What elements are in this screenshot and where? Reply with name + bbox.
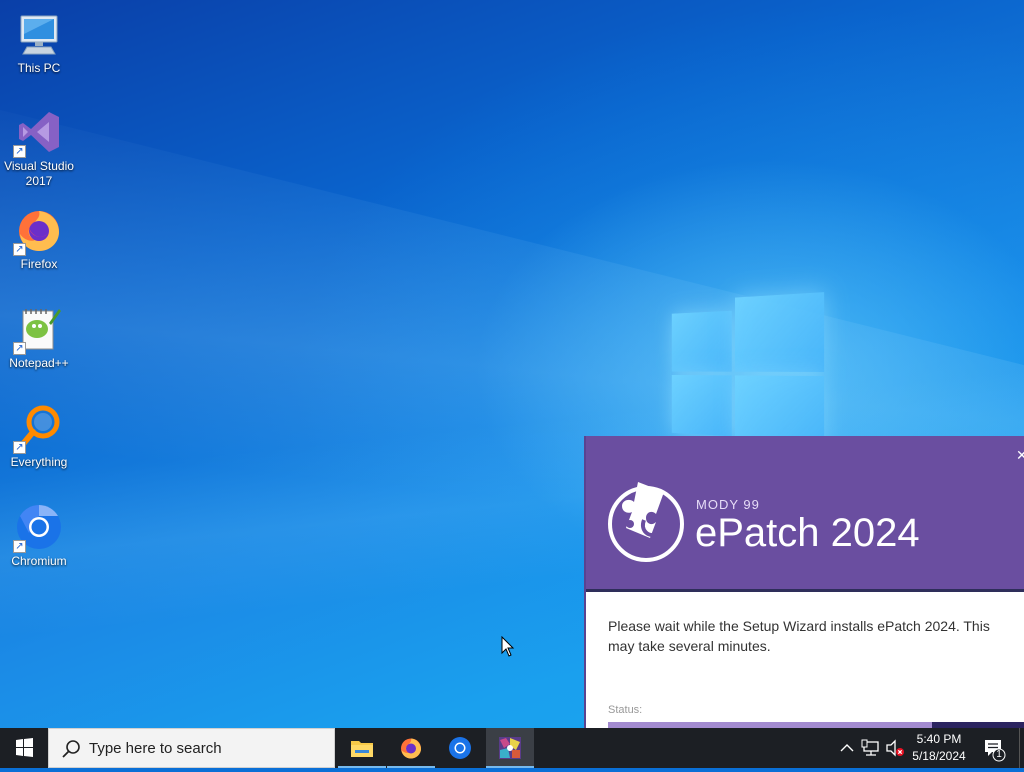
network-icon — [861, 739, 879, 756]
shortcut-arrow-icon: ↗ — [13, 441, 26, 454]
installer-window: ✕ MODY 99 ePatch 2024 Please wait while … — [584, 436, 1024, 728]
puzzle-logo-icon — [606, 480, 686, 564]
chevron-up-icon — [840, 744, 854, 752]
installer-icon — [499, 737, 521, 759]
taskbar: Type here to search 5:40 PM 5/18/2024 1 — [0, 728, 1024, 768]
clock-date: 5/18/2024 — [912, 749, 966, 763]
desktop-icon-visual-studio[interactable]: ↗ Visual Studio 2017 — [2, 108, 76, 189]
show-desktop-button[interactable] — [1019, 728, 1024, 768]
clock-time: 5:40 PM — [916, 732, 962, 746]
notification-icon — [985, 740, 1006, 762]
taskbar-app-file-explorer[interactable] — [338, 728, 386, 768]
volume-muted-icon — [886, 739, 904, 757]
firefox-icon: ↗ — [13, 206, 63, 256]
start-button[interactable] — [0, 728, 48, 768]
folder-icon — [351, 741, 373, 757]
show-hidden-icons-button[interactable] — [838, 728, 856, 768]
chromium-icon: ↗ — [13, 503, 63, 553]
desktop-icon-label: Everything — [10, 455, 68, 469]
desktop-icon-label: Notepad++ — [9, 356, 69, 370]
desktop-icon-label: Visual Studio 2017 — [4, 159, 74, 188]
search-placeholder: Type here to search — [89, 740, 222, 757]
installer-header: ✕ MODY 99 ePatch 2024 — [586, 436, 1024, 592]
shortcut-arrow-icon: ↗ — [13, 243, 26, 256]
search-icon — [62, 740, 80, 758]
action-center-button[interactable]: 1 — [980, 728, 1008, 768]
mouse-cursor-icon — [501, 636, 515, 657]
shortcut-arrow-icon: ↗ — [13, 342, 26, 355]
desktop-icon-label: This PC — [17, 61, 61, 75]
desktop-icon-notepadpp[interactable]: ↗ Notepad++ — [2, 305, 76, 371]
windows-start-icon — [16, 738, 33, 757]
network-tray-button[interactable] — [860, 728, 882, 768]
desktop-icon-chromium[interactable]: ↗ Chromium — [2, 503, 76, 569]
everything-search-icon: ↗ — [13, 404, 63, 454]
chromium-icon — [449, 737, 471, 759]
firefox-icon — [401, 738, 421, 759]
shortcut-arrow-icon: ↗ — [13, 145, 26, 158]
desktop-icon-label: Firefox — [20, 257, 58, 271]
installer-title: ePatch 2024 — [695, 511, 920, 555]
notepadpp-icon: ↗ — [13, 305, 63, 355]
installer-message: Please wait while the Setup Wizard insta… — [608, 618, 990, 654]
desktop-icon-firefox[interactable]: ↗ Firefox — [2, 206, 76, 272]
volume-tray-button[interactable] — [884, 728, 906, 768]
taskbar-app-firefox[interactable] — [387, 728, 435, 768]
desktop-icon-everything[interactable]: ↗ Everything — [2, 404, 76, 470]
desktop-icon-label: Chromium — [11, 554, 67, 568]
desktop-icon-this-pc[interactable]: This PC — [2, 10, 76, 76]
taskbar-app-chromium[interactable] — [436, 728, 484, 768]
shortcut-arrow-icon: ↗ — [13, 540, 26, 553]
windows-logo-wallpaper — [671, 288, 826, 448]
computer-icon — [15, 10, 63, 58]
visual-studio-icon: ↗ — [13, 108, 63, 158]
taskbar-clock[interactable]: 5:40 PM 5/18/2024 — [908, 731, 970, 765]
close-icon[interactable]: ✕ — [1016, 448, 1024, 464]
installer-status-label: Status: — [608, 704, 643, 716]
taskbar-search-box[interactable]: Type here to search — [48, 728, 335, 768]
taskbar-app-epatch[interactable] — [486, 728, 534, 768]
notification-count-badge: 1 — [996, 749, 1002, 760]
